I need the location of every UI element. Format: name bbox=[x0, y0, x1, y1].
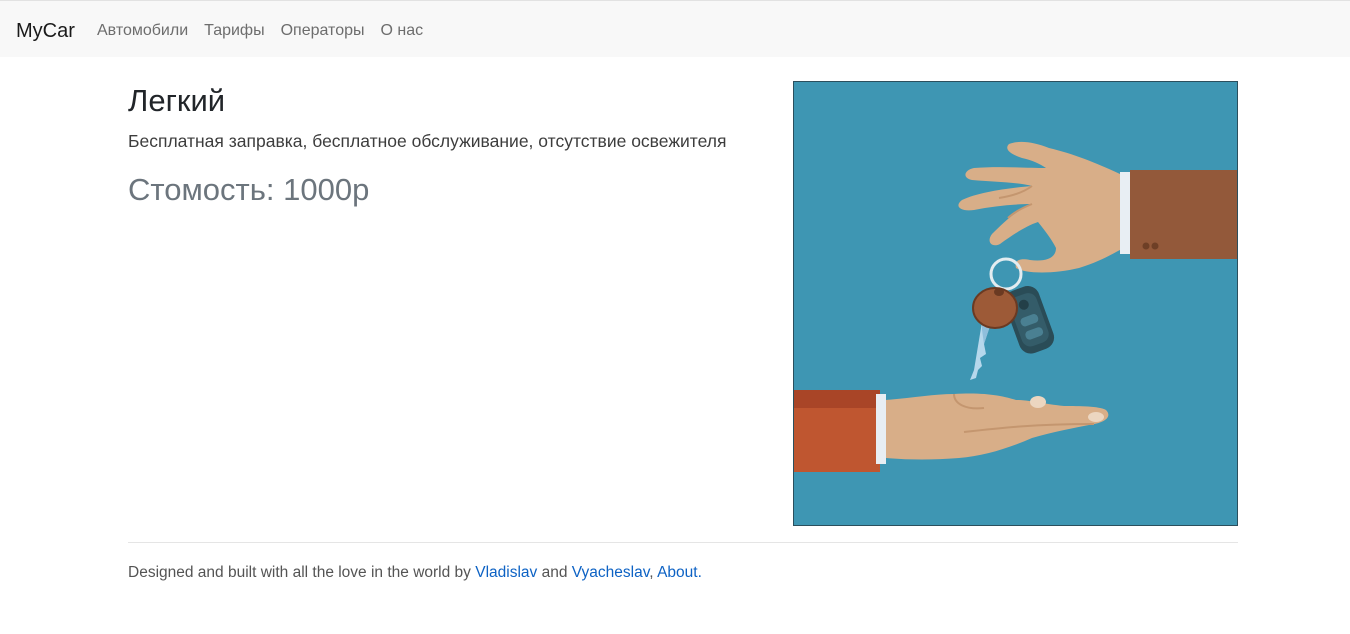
car-keys-handover-illustration bbox=[793, 81, 1238, 526]
top-cuff bbox=[1120, 172, 1130, 254]
nav-link-cars[interactable]: Автомобили bbox=[97, 21, 188, 41]
footer-text-and: and bbox=[537, 564, 572, 581]
tariff-description: Бесплатная заправка, бесплатное обслужив… bbox=[128, 131, 727, 151]
footer-text-comma: , bbox=[649, 564, 658, 581]
nav-link-tariffs[interactable]: Тарифы bbox=[204, 21, 264, 41]
footer: Designed and built with all the love in … bbox=[128, 563, 702, 583]
footer-text-prefix: Designed and built with all the love in … bbox=[128, 564, 476, 581]
tariff-title: Легкий bbox=[128, 83, 226, 118]
author-link-vyacheslav[interactable]: Vyacheslav bbox=[572, 564, 650, 581]
tariff-price: Стомость: 1000р bbox=[128, 172, 370, 207]
about-link[interactable]: About. bbox=[657, 564, 702, 581]
nav-link-about[interactable]: О нас bbox=[381, 21, 424, 41]
hero-illustration-svg bbox=[794, 82, 1237, 525]
author-link-vladislav[interactable]: Vladislav bbox=[475, 564, 537, 581]
bottom-cuff bbox=[876, 394, 886, 464]
navbar: MyCar Автомобили Тарифы Операторы О нас bbox=[0, 0, 1350, 57]
nav-link-operators[interactable]: Операторы bbox=[281, 21, 365, 41]
footer-divider bbox=[128, 542, 1238, 543]
nav-links: Автомобили Тарифы Операторы О нас bbox=[97, 21, 423, 41]
brand-link[interactable]: MyCar bbox=[16, 19, 75, 43]
